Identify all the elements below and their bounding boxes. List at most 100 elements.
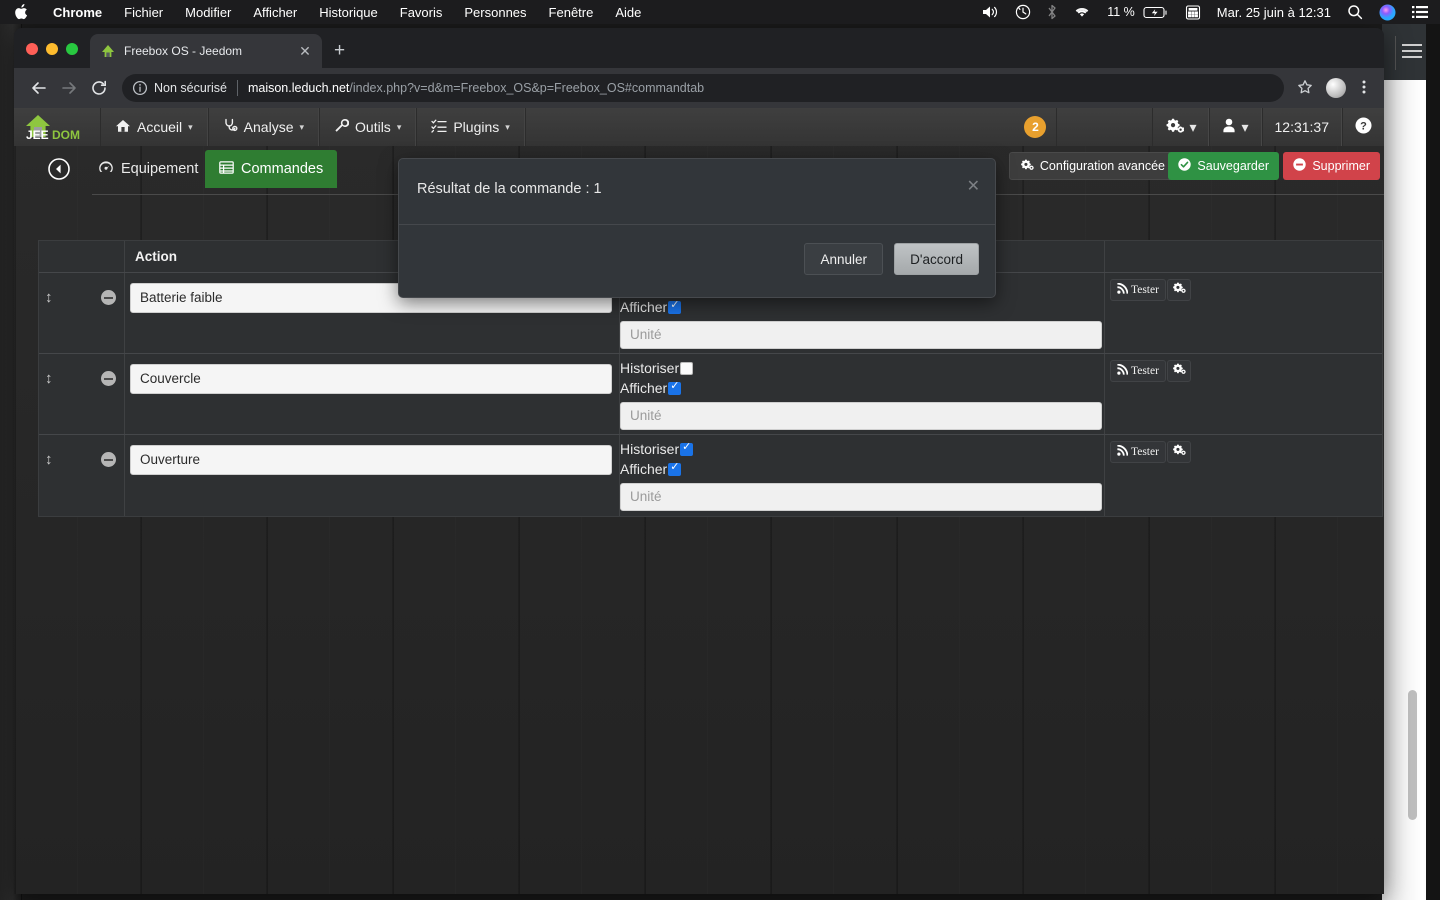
tester-button[interactable]: Tester — [1110, 279, 1166, 301]
gears-icon — [1020, 159, 1034, 174]
afficher-label: Afficher — [620, 380, 668, 396]
close-tab-icon[interactable]: ✕ — [296, 44, 314, 58]
command-name-input[interactable]: Ouverture — [130, 445, 612, 475]
nav-user-menu[interactable]: ▾ — [1209, 108, 1262, 146]
supprimer-button[interactable]: Supprimer — [1283, 152, 1380, 180]
apple-menu-icon[interactable] — [0, 4, 42, 20]
back-arrow-icon[interactable] — [48, 158, 70, 180]
siri-icon[interactable] — [1371, 4, 1404, 21]
header-cell-handle — [39, 241, 125, 272]
remove-row-icon[interactable] — [101, 452, 116, 467]
table-list-icon — [219, 160, 234, 178]
nav-label-outils: Outils — [355, 119, 391, 135]
menu-item-personnes[interactable]: Personnes — [453, 5, 537, 20]
afficher-checkbox[interactable] — [668, 461, 682, 476]
nav-item-plugins[interactable]: Plugins ▾ — [416, 108, 525, 146]
nav-settings-menu[interactable]: ▾ — [1152, 108, 1210, 146]
minus-circle-icon — [1293, 158, 1307, 174]
browser-tab-freebox-os[interactable]: Freebox OS - Jeedom ✕ — [90, 34, 322, 68]
row-config-button[interactable] — [1167, 360, 1191, 382]
check-circle-icon — [1178, 158, 1192, 174]
row-config-button[interactable] — [1167, 279, 1191, 301]
unite-input[interactable]: Unité — [620, 402, 1102, 430]
browser-tab-title: Freebox OS - Jeedom — [124, 44, 243, 58]
back-button-icon[interactable] — [24, 73, 54, 103]
modal-ok-button[interactable]: D'accord — [894, 243, 979, 275]
close-window-button[interactable] — [26, 43, 38, 55]
menubar-datetime[interactable]: Mar. 25 juin à 12:31 — [1209, 5, 1339, 20]
chrome-menu-icon[interactable] — [1354, 79, 1374, 98]
row-actions-cell: Tester — [1105, 435, 1382, 516]
historiser-label: Historiser — [620, 441, 680, 457]
security-status-label[interactable]: Non sécurisé — [154, 81, 227, 95]
address-bar[interactable]: Non sécurisé maison.leduch.net /index.ph… — [122, 74, 1284, 102]
unite-input[interactable]: Unité — [620, 321, 1102, 349]
new-tab-button[interactable]: + — [322, 41, 357, 68]
tester-button[interactable]: Tester — [1110, 360, 1166, 382]
historiser-field[interactable]: Historiser — [620, 441, 694, 457]
calculator-icon[interactable] — [1177, 4, 1209, 20]
menu-item-fichier[interactable]: Fichier — [113, 5, 174, 20]
tester-button[interactable]: Tester — [1110, 441, 1166, 463]
control-center-icon[interactable] — [1404, 5, 1440, 19]
spotlight-search-icon[interactable] — [1339, 4, 1371, 20]
config-avancee-button[interactable]: Configuration avancée — [1008, 152, 1176, 180]
reload-button-icon[interactable] — [84, 73, 114, 103]
jeedom-logo[interactable]: JEE DOM — [14, 108, 100, 146]
forward-button-icon[interactable] — [54, 73, 84, 103]
battery-icon[interactable] — [1143, 6, 1177, 19]
afficher-field[interactable]: Afficher — [620, 380, 682, 396]
drag-handle-icon[interactable]: ↕ — [45, 370, 53, 387]
afficher-checkbox[interactable] — [668, 380, 682, 395]
nav-item-outils[interactable]: Outils ▾ — [319, 108, 417, 146]
menu-item-historique[interactable]: Historique — [308, 5, 389, 20]
modal-cancel-button[interactable]: Annuler — [804, 243, 883, 275]
menu-item-modifier[interactable]: Modifier — [174, 5, 242, 20]
menu-item-aide[interactable]: Aide — [604, 5, 652, 20]
nav-help-button[interactable]: ? — [1342, 108, 1384, 146]
tester-label: Tester — [1131, 446, 1159, 458]
home-icon — [115, 119, 131, 136]
time-machine-icon[interactable] — [1007, 4, 1039, 20]
navbar-spacer-2 — [1056, 108, 1152, 146]
info-circle-icon[interactable] — [132, 80, 148, 96]
drag-handle-icon[interactable]: ↕ — [45, 451, 53, 468]
wifi-icon[interactable] — [1065, 5, 1099, 19]
tab-commandes[interactable]: Commandes — [205, 150, 338, 188]
table-row: ↕ Ouverture Historiser Afficher Unité — [39, 435, 1382, 516]
nav-item-analyse[interactable]: Analyse ▾ — [207, 108, 320, 146]
minimize-window-button[interactable] — [46, 43, 58, 55]
command-name-input[interactable]: Couvercle — [130, 364, 612, 394]
bluetooth-icon[interactable] — [1039, 4, 1065, 20]
notification-badge[interactable]: 2 — [1024, 116, 1047, 138]
drag-handle-icon[interactable]: ↕ — [45, 289, 53, 306]
historiser-checkbox[interactable] — [680, 441, 694, 456]
menu-item-fenetre[interactable]: Fenêtre — [538, 5, 605, 20]
historiser-field[interactable]: Historiser — [620, 360, 694, 376]
bookmark-star-icon[interactable] — [1292, 79, 1318, 98]
row-config-button[interactable] — [1167, 441, 1191, 463]
menu-item-favoris[interactable]: Favoris — [389, 5, 454, 20]
sauvegarder-button[interactable]: Sauvegarder — [1168, 152, 1279, 180]
unite-input[interactable]: Unité — [620, 483, 1102, 511]
afficher-field[interactable]: Afficher — [620, 461, 682, 477]
afficher-checkbox[interactable] — [668, 299, 682, 314]
nav-item-accueil[interactable]: Accueil ▾ — [100, 108, 208, 146]
historiser-checkbox[interactable] — [680, 361, 694, 375]
remove-row-icon[interactable] — [101, 371, 116, 386]
menu-item-chrome[interactable]: Chrome — [42, 5, 113, 20]
volume-icon[interactable] — [974, 5, 1007, 19]
tab-equipement[interactable]: Equipement — [84, 150, 212, 188]
close-icon[interactable]: ✕ — [967, 176, 980, 196]
maximize-window-button[interactable] — [66, 43, 78, 55]
background-scrollbar-thumb[interactable] — [1408, 690, 1417, 820]
background-far-right-edge — [1426, 24, 1440, 900]
stethoscope-icon — [223, 118, 238, 136]
nav-clock: 12:31:37 — [1261, 108, 1342, 146]
row-actions-cell: Tester — [1105, 354, 1382, 434]
hamburger-icon[interactable] — [1402, 44, 1422, 60]
profile-avatar[interactable] — [1326, 78, 1346, 98]
menu-item-afficher[interactable]: Afficher — [242, 5, 308, 20]
afficher-field[interactable]: Afficher — [620, 299, 682, 315]
remove-row-icon[interactable] — [101, 290, 116, 305]
